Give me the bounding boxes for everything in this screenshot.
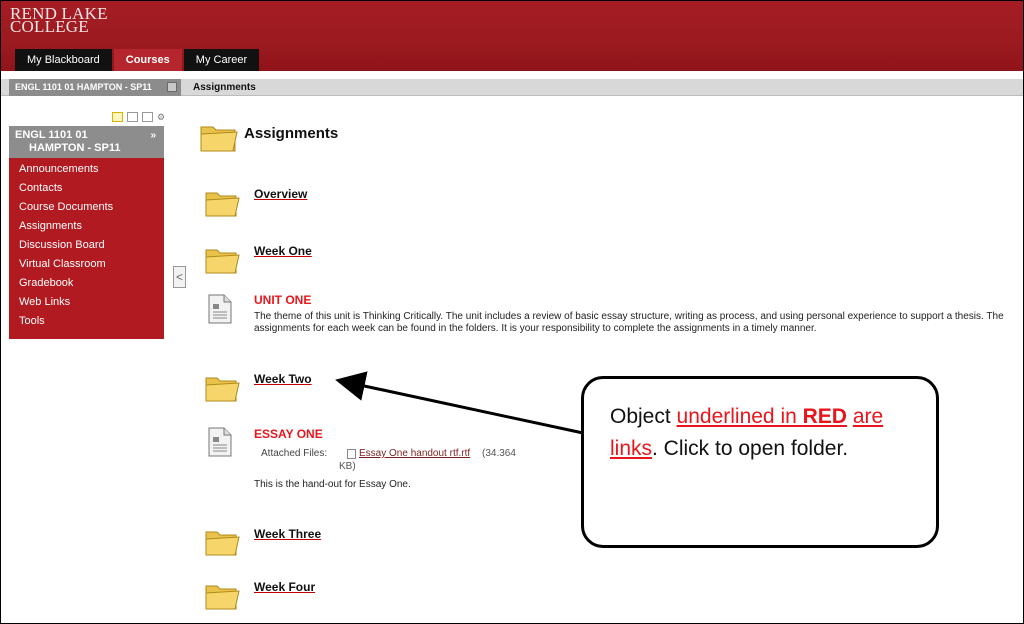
- course-menu-item-web-links[interactable]: Web Links: [9, 293, 164, 312]
- folder-icon: [199, 121, 239, 153]
- course-menu-item-assignments[interactable]: Assignments: [9, 217, 164, 236]
- course-menu-title[interactable]: ENGL 1101 01 HAMPTON - SP11 »: [9, 126, 164, 158]
- course-menu-item-discussion-board[interactable]: Discussion Board: [9, 236, 164, 255]
- callout-red-a: underlined in: [676, 405, 803, 428]
- attached-files-label: Attached Files:: [261, 448, 328, 459]
- course-menu-item-course-documents[interactable]: Course Documents: [9, 198, 164, 217]
- folder-icon[interactable]: [204, 188, 240, 217]
- tab-my-blackboard[interactable]: My Blackboard: [15, 49, 112, 71]
- course-menu-icon[interactable]: [167, 82, 177, 92]
- tab-my-career[interactable]: My Career: [183, 49, 260, 71]
- course-menu-item-contacts[interactable]: Contacts: [9, 179, 164, 198]
- course-menu-item-announcements[interactable]: Announcements: [9, 160, 164, 179]
- item-title-unit-one: UNIT ONE: [254, 293, 312, 307]
- gear-icon[interactable]: ⚙: [157, 112, 168, 122]
- course-menu-item-virtual-classroom[interactable]: Virtual Classroom: [9, 255, 164, 274]
- breadcrumb: ENGL 1101 01 HAMPTON - SP11 Assignments: [1, 79, 1023, 96]
- course-menu: ENGL 1101 01 HAMPTON - SP11 » Announceme…: [9, 126, 164, 339]
- document-icon: [208, 294, 232, 324]
- folder-link-week-four[interactable]: Week Four: [254, 580, 315, 594]
- folder-link-week-two[interactable]: Week Two: [254, 372, 312, 386]
- breadcrumb-current: Assignments: [193, 82, 256, 93]
- item-title-essay-one: ESSAY ONE: [254, 427, 323, 441]
- folder-link-week-one[interactable]: Week One: [254, 244, 312, 258]
- list-view-icon[interactable]: [112, 112, 123, 122]
- course-menu-item-gradebook[interactable]: Gradebook: [9, 274, 164, 293]
- college-logo[interactable]: REND LAKE COLLEGE: [10, 5, 108, 35]
- course-menu-item-tools[interactable]: Tools: [9, 312, 164, 331]
- folder-icon[interactable]: [204, 581, 240, 610]
- expand-icon[interactable]: »: [150, 129, 156, 142]
- menu-view-toggles: ⚙: [112, 112, 168, 122]
- attachment-link-essay-one[interactable]: Essay One handout rtf.rtf: [359, 448, 470, 459]
- callout-text-a: Object: [610, 405, 677, 428]
- course-menu-title-line2: HAMPTON - SP11: [29, 142, 121, 154]
- callout-text-b: . Click to open folder.: [652, 437, 849, 460]
- folder-icon[interactable]: [204, 527, 240, 556]
- document-icon: [208, 427, 232, 457]
- item-description-unit-one: The theme of this unit is Thinking Criti…: [254, 311, 1004, 334]
- screenshot-frame: REND LAKE COLLEGE My Blackboard Courses …: [0, 0, 1024, 624]
- breadcrumb-course[interactable]: ENGL 1101 01 HAMPTON - SP11: [9, 79, 181, 96]
- folder-link-week-three[interactable]: Week Three: [254, 527, 321, 541]
- window-view-icon[interactable]: [142, 112, 153, 122]
- folder-link-overview[interactable]: Overview: [254, 187, 307, 201]
- callout-red-b: RED: [802, 405, 847, 428]
- folder-icon[interactable]: [204, 245, 240, 274]
- collapse-menu-handle[interactable]: <: [173, 266, 186, 288]
- tab-bar: My Blackboard Courses My Career: [15, 49, 261, 71]
- tab-courses[interactable]: Courses: [113, 49, 182, 71]
- attachment-size-unit: KB): [339, 461, 356, 472]
- course-menu-items: Announcements Contacts Course Documents …: [9, 158, 164, 339]
- top-header: REND LAKE COLLEGE My Blackboard Courses …: [1, 1, 1023, 71]
- page-title: Assignments: [244, 125, 339, 142]
- breadcrumb-course-label: ENGL 1101 01 HAMPTON - SP11: [15, 82, 152, 92]
- annotation-callout: Object underlined in RED are links. Clic…: [581, 376, 939, 548]
- folder-icon[interactable]: [204, 373, 240, 402]
- file-icon: [347, 449, 356, 459]
- attachment-size: (34.364: [482, 448, 516, 459]
- folder-view-icon[interactable]: [127, 112, 138, 122]
- course-menu-title-line1: ENGL 1101 01: [15, 129, 88, 141]
